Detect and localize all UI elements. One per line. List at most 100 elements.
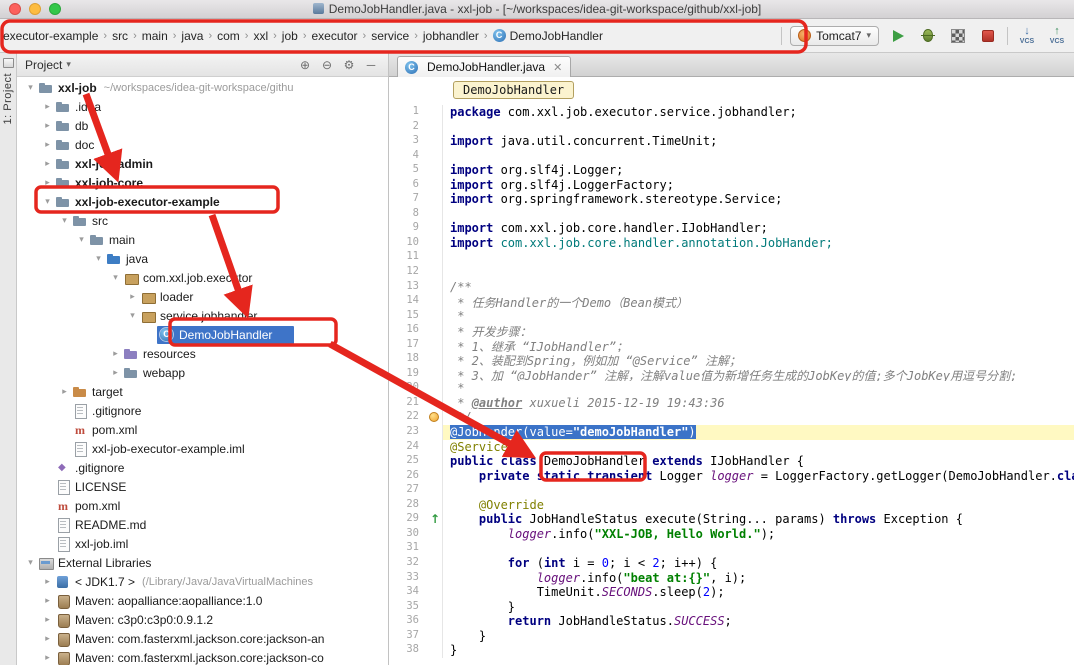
code-line[interactable]: 7import org.springframework.stereotype.S… <box>389 192 1074 207</box>
code-line[interactable]: 19 * 3、加 “@JobHander” 注解，注解value值为新增任务生成… <box>389 367 1074 382</box>
tree-item[interactable]: ▸doc <box>17 135 388 154</box>
breadcrumb-item[interactable]: executor-example <box>2 27 99 45</box>
code-line[interactable]: 16 * 开发步骤： <box>389 323 1074 338</box>
tree-item[interactable]: ▸xxl-job-admin <box>17 154 388 173</box>
tree-item[interactable]: ▾com.xxl.job.executor <box>17 268 388 287</box>
tree-item[interactable]: ▸webapp <box>17 363 388 382</box>
code-line[interactable]: 21 * @author xuxueli 2015-12-19 19:43:36 <box>389 396 1074 411</box>
intention-bulb-icon[interactable] <box>429 412 439 422</box>
run-configuration-select[interactable]: Tomcat7 ▾ <box>790 26 879 46</box>
breadcrumb-item[interactable]: com <box>216 27 241 45</box>
code-line[interactable]: 31 <box>389 541 1074 556</box>
tree-item[interactable]: ▾xxl-job-executor-example <box>17 192 388 211</box>
code-line[interactable]: 9import com.xxl.job.core.handler.IJobHan… <box>389 221 1074 236</box>
code-line[interactable]: 5import org.slf4j.Logger; <box>389 163 1074 178</box>
chevron-down-icon[interactable]: ▾ <box>66 59 71 70</box>
collapse-arrow-icon[interactable]: ▾ <box>40 196 55 207</box>
tree-item[interactable]: ▸db <box>17 116 388 135</box>
expand-arrow-icon[interactable]: ▸ <box>108 367 123 378</box>
tree-item[interactable]: xxl-job.iml <box>17 534 388 553</box>
tree-item[interactable]: ▾External Libraries <box>17 553 388 572</box>
code-line[interactable]: 14 * 任务Handler的一个Demo（Bean模式） <box>389 294 1074 309</box>
breadcrumb-item[interactable]: service <box>370 27 410 45</box>
expand-arrow-icon[interactable]: ▸ <box>40 652 55 663</box>
collapse-arrow-icon[interactable]: ▾ <box>108 272 123 283</box>
collapse-arrow-icon[interactable]: ▾ <box>23 82 38 93</box>
code-line[interactable]: 29 public JobHandleStatus execute(String… <box>389 512 1074 527</box>
project-tool-window-toggle[interactable]: 1: Project <box>2 73 14 124</box>
close-icon[interactable]: ✕ <box>553 61 562 74</box>
tree-item[interactable]: ▸Maven: c3p0:c3p0:0.9.1.2 <box>17 610 388 629</box>
tree-item[interactable]: pom.xml <box>17 496 388 515</box>
code-line[interactable]: 30 logger.info("XXL-JOB, Hello World."); <box>389 527 1074 542</box>
code-line[interactable]: 32 for (int i = 0; i < 2; i++) { <box>389 556 1074 571</box>
code-line[interactable]: 25public class DemoJobHandler extends IJ… <box>389 454 1074 469</box>
code-line[interactable]: 6import org.slf4j.LoggerFactory; <box>389 178 1074 193</box>
tree-item[interactable]: ▸Maven: aopalliance:aopalliance:1.0 <box>17 591 388 610</box>
tree-item[interactable]: ▸< JDK1.7 >(/Library/Java/JavaVirtualMac… <box>17 572 388 591</box>
tree-item[interactable]: pom.xml <box>17 420 388 439</box>
zoom-window-button[interactable] <box>49 3 61 15</box>
code-line[interactable]: 13/** <box>389 280 1074 295</box>
code-line[interactable]: 17 * 1、继承 “IJobHandler”； <box>389 338 1074 353</box>
expand-arrow-icon[interactable]: ▸ <box>40 120 55 131</box>
breadcrumb-item[interactable]: executor <box>310 27 358 45</box>
code-line[interactable]: 10import com.xxl.job.core.handler.annota… <box>389 236 1074 251</box>
collapse-arrow-icon[interactable]: ▾ <box>91 253 106 264</box>
code-area[interactable]: 1package com.xxl.job.executor.service.jo… <box>389 103 1074 665</box>
expand-arrow-icon[interactable]: ▸ <box>40 576 55 587</box>
tree-item[interactable]: .gitignore <box>17 401 388 420</box>
coverage-button[interactable] <box>947 25 969 47</box>
tab-demojobhandler[interactable]: C DemoJobHandler.java ✕ <box>397 56 571 77</box>
code-line[interactable]: 36 return JobHandleStatus.SUCCESS; <box>389 614 1074 629</box>
tree-item[interactable]: ▸resources <box>17 344 388 363</box>
expand-arrow-icon[interactable]: ▸ <box>57 386 72 397</box>
tree-item[interactable]: DemoJobHandler <box>17 325 388 344</box>
expand-arrow-icon[interactable]: ▸ <box>40 158 55 169</box>
code-line[interactable]: 24@Service <box>389 440 1074 455</box>
code-line[interactable]: 3import java.util.concurrent.TimeUnit; <box>389 134 1074 149</box>
tree-item[interactable]: ▾java <box>17 249 388 268</box>
breadcrumb-item[interactable]: java <box>180 27 204 45</box>
collapse-arrow-icon[interactable]: ▾ <box>74 234 89 245</box>
tree-item[interactable]: ▾service.jobhandler <box>17 306 388 325</box>
tree-item[interactable]: ▸Maven: com.fasterxml.jackson.core:jacks… <box>17 629 388 648</box>
tree-item[interactable]: xxl-job-executor-example.iml <box>17 439 388 458</box>
collapse-arrow-icon[interactable]: ▾ <box>125 310 140 321</box>
code-line[interactable]: 20 * <box>389 381 1074 396</box>
tree-item[interactable]: ▾src <box>17 211 388 230</box>
expand-arrow-icon[interactable]: ▸ <box>125 291 140 302</box>
tree-item[interactable]: .gitignore <box>17 458 388 477</box>
vcs-commit-button[interactable]: ↑VCS <box>1046 25 1068 47</box>
tree-item[interactable]: ▸loader <box>17 287 388 306</box>
code-line[interactable]: 18 * 2、装配到Spring，例如加 “@Service” 注解； <box>389 352 1074 367</box>
breadcrumb-item[interactable]: CDemoJobHandler <box>492 27 604 45</box>
collapse-all-button[interactable]: ⊖ <box>318 58 336 72</box>
code-line[interactable]: 11 <box>389 250 1074 265</box>
code-line[interactable]: 1package com.xxl.job.executor.service.jo… <box>389 105 1074 120</box>
expand-arrow-icon[interactable]: ▸ <box>40 595 55 606</box>
expand-arrow-icon[interactable]: ▸ <box>40 101 55 112</box>
breadcrumb-item[interactable]: job <box>281 27 299 45</box>
run-button[interactable] <box>887 25 909 47</box>
tree-item[interactable]: README.md <box>17 515 388 534</box>
code-line[interactable]: 4 <box>389 149 1074 164</box>
code-line[interactable]: 2 <box>389 120 1074 135</box>
minimize-window-button[interactable] <box>29 3 41 15</box>
code-line[interactable]: 34 TimeUnit.SECONDS.sleep(2); <box>389 585 1074 600</box>
expand-arrow-icon[interactable]: ▸ <box>40 139 55 150</box>
class-breadcrumb-chip[interactable]: DemoJobHandler <box>453 81 574 99</box>
code-line[interactable]: 28 @Override <box>389 498 1074 513</box>
stop-button[interactable] <box>977 25 999 47</box>
expand-arrow-icon[interactable]: ▸ <box>40 633 55 644</box>
tree-item[interactable]: ▸target <box>17 382 388 401</box>
tree-item[interactable]: ▸xxl-job-core <box>17 173 388 192</box>
collapse-arrow-icon[interactable]: ▾ <box>57 215 72 226</box>
tree-item[interactable]: ▸Maven: com.fasterxml.jackson.core:jacks… <box>17 648 388 665</box>
close-window-button[interactable] <box>9 3 21 15</box>
code-line[interactable]: 15 * <box>389 309 1074 324</box>
run-marker-icon[interactable] <box>430 512 440 526</box>
expand-arrow-icon[interactable]: ▸ <box>108 348 123 359</box>
breadcrumb-item[interactable]: main <box>141 27 169 45</box>
code-line[interactable]: 38} <box>389 643 1074 658</box>
